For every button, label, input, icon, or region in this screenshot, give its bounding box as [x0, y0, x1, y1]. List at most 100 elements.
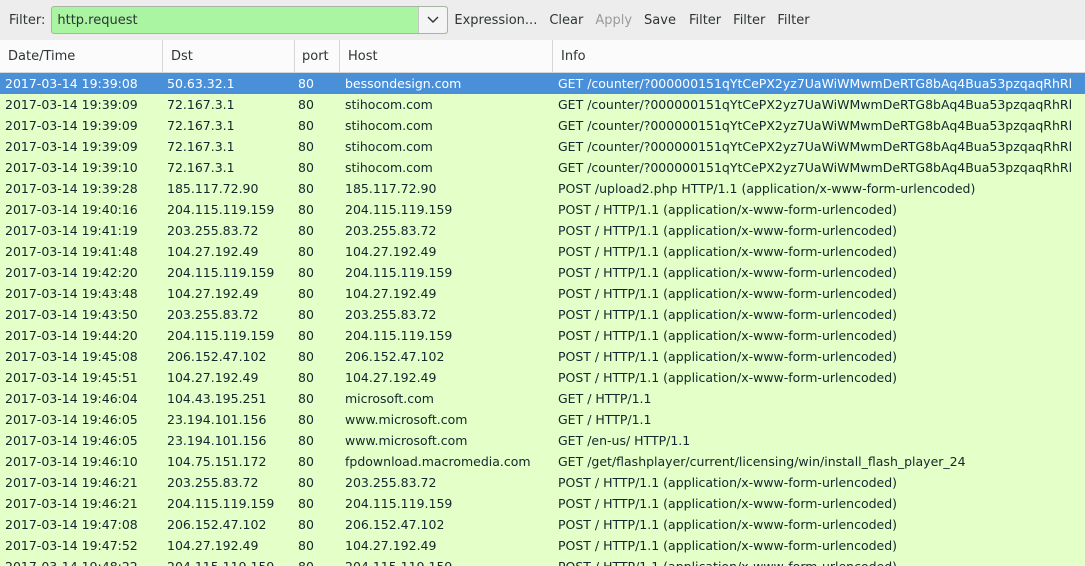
- filter-history-dropdown[interactable]: [418, 7, 448, 33]
- apply-button[interactable]: Apply: [595, 13, 632, 28]
- cell-host: bessondesign.com: [345, 76, 462, 91]
- cell-datetime: 2017-03-14 19:46:21: [5, 475, 138, 490]
- table-row[interactable]: 2017-03-14 19:46:21 204.115.119.159 80 204.…: [0, 493, 1085, 514]
- table-row[interactable]: 2017-03-14 19:43:50 203.255.83.72 80 203.25…: [0, 304, 1085, 325]
- cell-dst: 104.27.192.49: [167, 244, 259, 259]
- cell-host: www.microsoft.com: [345, 433, 468, 448]
- column-header-datetime[interactable]: Date/Time: [0, 40, 163, 72]
- table-row[interactable]: 2017-03-14 19:48:22204.115.119.15980204.…: [0, 556, 1085, 566]
- cell-port: 80: [298, 160, 314, 175]
- column-header-port[interactable]: port: [295, 40, 340, 72]
- cell-datetime: 2017-03-14 19:47:52: [5, 538, 138, 553]
- table-row[interactable]: 2017-03-14 19:45:08 206.152.47.102 80 206.1…: [0, 346, 1085, 367]
- column-header-dst[interactable]: Dst: [163, 40, 295, 72]
- cell-port: 80: [298, 223, 314, 238]
- cell-host: stihocom.com: [345, 118, 433, 133]
- cell-info: POST / HTTP/1.1 (application/x-www-form-…: [558, 517, 898, 532]
- cell-host: stihocom.com: [345, 97, 433, 112]
- cell-host: stihocom.com: [345, 139, 433, 154]
- cell-dst: 104.27.192.49: [167, 538, 259, 553]
- table-row[interactable]: 2017-03-14 19:39:08 50.63.32.1 80 bessondes…: [0, 73, 1085, 94]
- table-row[interactable]: 2017-03-14 19:46:21 203.255.83.72 80 203.25…: [0, 472, 1085, 493]
- cell-port: 80: [298, 454, 314, 469]
- cell-port: 80: [298, 349, 314, 364]
- table-row[interactable]: 2017-03-14 19:42:20 204.115.119.159 80 204.…: [0, 262, 1085, 283]
- cell-dst: 204.115.119.159: [167, 265, 275, 280]
- cell-dst: 203.255.83.72: [167, 223, 259, 238]
- cell-datetime: 2017-03-14 19:40:16: [5, 202, 138, 217]
- cell-datetime: 2017-03-14 19:42:20: [5, 265, 138, 280]
- cell-dst: 204.115.119.159: [167, 556, 297, 566]
- cell-info: POST / HTTP/1.1 (application/x-www-form-…: [558, 475, 898, 490]
- cell-info: POST / HTTP/1.1 (application/x-www-form-…: [558, 328, 898, 343]
- cell-dst: 204.115.119.159: [167, 328, 275, 343]
- cell-dst: 72.167.3.1: [167, 139, 235, 154]
- cell-info: POST / HTTP/1.1 (application/x-www-form-…: [558, 223, 898, 238]
- cell-info: POST / HTTP/1.1 (application/x-www-form-…: [558, 244, 898, 259]
- cell-dst: 50.63.32.1: [167, 76, 235, 91]
- table-row[interactable]: 2017-03-14 19:41:48 104.27.192.49 80 104.27…: [0, 241, 1085, 262]
- cell-host: 204.115.119.159: [345, 265, 453, 280]
- expression-button[interactable]: Expression...: [454, 13, 537, 28]
- table-row[interactable]: 2017-03-14 19:47:08 206.152.47.102 80 206.1…: [0, 514, 1085, 535]
- cell-datetime: 2017-03-14 19:46:10: [5, 454, 138, 469]
- table-row[interactable]: 2017-03-14 19:39:10 72.167.3.1 80 stihocom.…: [0, 157, 1085, 178]
- table-row[interactable]: 2017-03-14 19:40:16 204.115.119.159 80 204.…: [0, 199, 1085, 220]
- cell-host: 206.152.47.102: [345, 349, 445, 364]
- cell-host: 104.27.192.49: [345, 286, 437, 301]
- display-filter-input[interactable]: [52, 8, 428, 32]
- cell-host: 204.115.119.159: [345, 328, 453, 343]
- filter-button-3[interactable]: Filter: [777, 13, 809, 28]
- table-row[interactable]: 2017-03-14 19:39:09 72.167.3.1 80 stihocom.…: [0, 136, 1085, 157]
- table-row[interactable]: 2017-03-14 19:39:09 72.167.3.1 80 stihocom.…: [0, 115, 1085, 136]
- cell-datetime: 2017-03-14 19:39:09: [5, 97, 138, 112]
- table-row[interactable]: 2017-03-14 19:44:20 204.115.119.159 80 204.…: [0, 325, 1085, 346]
- display-filter-box[interactable]: [51, 6, 449, 34]
- cell-datetime: 2017-03-14 19:46:04: [5, 391, 138, 406]
- cell-info: POST / HTTP/1.1 (application/x-www-form-…: [558, 202, 898, 217]
- table-row[interactable]: 2017-03-14 19:46:05 23.194.101.156 80 www.m…: [0, 409, 1085, 430]
- cell-host: 104.27.192.49: [345, 244, 437, 259]
- table-row[interactable]: 2017-03-14 19:47:52 104.27.192.49 80 104.27…: [0, 535, 1085, 556]
- cell-port: 80: [298, 370, 314, 385]
- cell-port: 80: [298, 97, 314, 112]
- cell-info: GET /counter/?000000151qYtCePX2yz7UaWiWM…: [558, 160, 1073, 175]
- cell-host: 104.27.192.49: [345, 538, 437, 553]
- cell-host: 203.255.83.72: [345, 307, 437, 322]
- filter-button-1[interactable]: Filter: [689, 13, 721, 28]
- cell-port: 80: [298, 307, 314, 322]
- table-row[interactable]: 2017-03-14 19:39:28 185.117.72.90 80 185.11…: [0, 178, 1085, 199]
- cell-datetime: 2017-03-14 19:41:48: [5, 244, 138, 259]
- table-row[interactable]: 2017-03-14 19:46:04 104.43.195.251 80 micro…: [0, 388, 1085, 409]
- cell-dst: 203.255.83.72: [167, 307, 259, 322]
- filter-button-2[interactable]: Filter: [733, 13, 765, 28]
- cell-port: 80: [298, 139, 314, 154]
- cell-datetime: 2017-03-14 19:44:20: [5, 328, 138, 343]
- table-row[interactable]: 2017-03-14 19:39:09 72.167.3.1 80 stihocom.…: [0, 94, 1085, 115]
- cell-port: 80: [298, 181, 314, 196]
- cell-info: POST / HTTP/1.1 (application/x-www-form-…: [558, 349, 898, 364]
- table-row[interactable]: 2017-03-14 19:45:51 104.27.192.49 80 104.27…: [0, 367, 1085, 388]
- cell-host: 203.255.83.72: [345, 475, 437, 490]
- cell-dst: 104.75.151.172: [167, 454, 267, 469]
- cell-host: microsoft.com: [345, 391, 434, 406]
- table-row[interactable]: 2017-03-14 19:43:48 104.27.192.49 80 104.27…: [0, 283, 1085, 304]
- cell-dst: 104.27.192.49: [167, 370, 259, 385]
- cell-info: POST / HTTP/1.1 (application/x-www-form-…: [558, 370, 898, 385]
- cell-host: 204.115.119.159: [345, 496, 453, 511]
- table-row[interactable]: 2017-03-14 19:41:19 203.255.83.72 80 203.25…: [0, 220, 1085, 241]
- cell-info: GET /counter/?000000151qYtCePX2yz7UaWiWM…: [558, 139, 1073, 154]
- save-button[interactable]: Save: [644, 13, 676, 28]
- cell-info: GET /counter/?000000151qYtCePX2yz7UaWiWM…: [558, 118, 1073, 133]
- cell-port: 80: [298, 265, 314, 280]
- table-row[interactable]: 2017-03-14 19:46:10 104.75.151.172 80 fpdow…: [0, 451, 1085, 472]
- table-row[interactable]: 2017-03-14 19:46:05 23.194.101.156 80 www.m…: [0, 430, 1085, 451]
- cell-dst: 23.194.101.156: [167, 433, 267, 448]
- cell-datetime: 2017-03-14 19:43:50: [5, 307, 138, 322]
- column-header-info[interactable]: Info: [553, 40, 1085, 72]
- column-header-host[interactable]: Host: [340, 40, 553, 72]
- packet-list-header: Date/Time Dst port Host Info: [0, 40, 1085, 73]
- cell-datetime: 2017-03-14 19:39:10: [5, 160, 138, 175]
- clear-button[interactable]: Clear: [549, 13, 583, 28]
- cell-datetime: 2017-03-14 19:48:22: [5, 556, 165, 566]
